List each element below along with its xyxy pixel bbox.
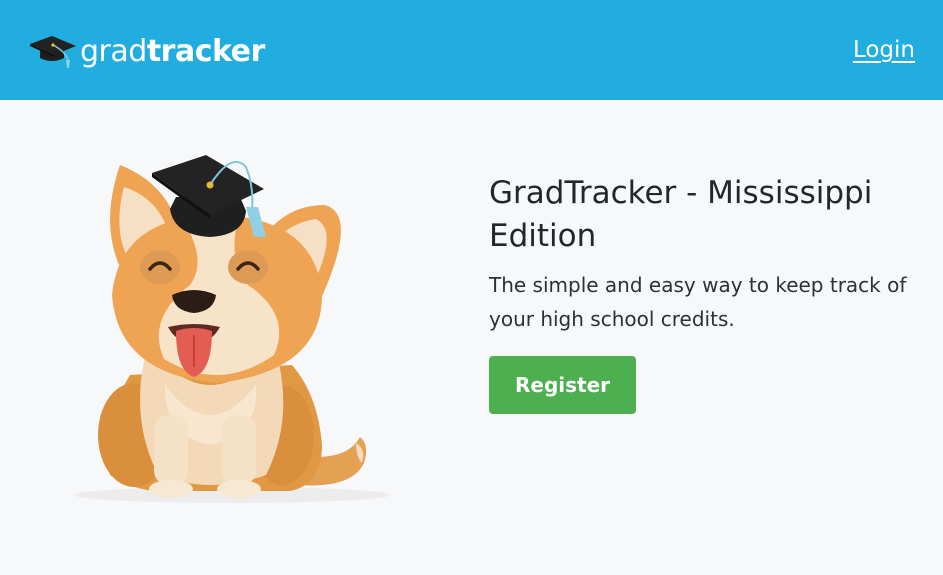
brand-name-light: grad bbox=[80, 34, 147, 69]
brand-name-bold: tracker bbox=[146, 34, 265, 69]
page: gradtracker Login GradTracker - Mississi… bbox=[0, 0, 943, 575]
graduation-cap-icon bbox=[30, 36, 76, 68]
hero-subtitle: The simple and easy way to keep track of… bbox=[489, 273, 907, 331]
register-button[interactable]: Register bbox=[489, 356, 636, 414]
brand-logo-link[interactable]: gradtracker bbox=[28, 30, 265, 74]
top-navbar: gradtracker Login bbox=[0, 0, 943, 100]
corgi-graduate-illustration bbox=[74, 155, 390, 503]
page-title: GradTracker - Mississippi Edition bbox=[489, 175, 873, 254]
brand-name: gradtracker bbox=[80, 37, 265, 67]
hero-content: GradTracker - Mississippi Edition The si… bbox=[489, 172, 919, 336]
login-link[interactable]: Login bbox=[853, 37, 915, 63]
